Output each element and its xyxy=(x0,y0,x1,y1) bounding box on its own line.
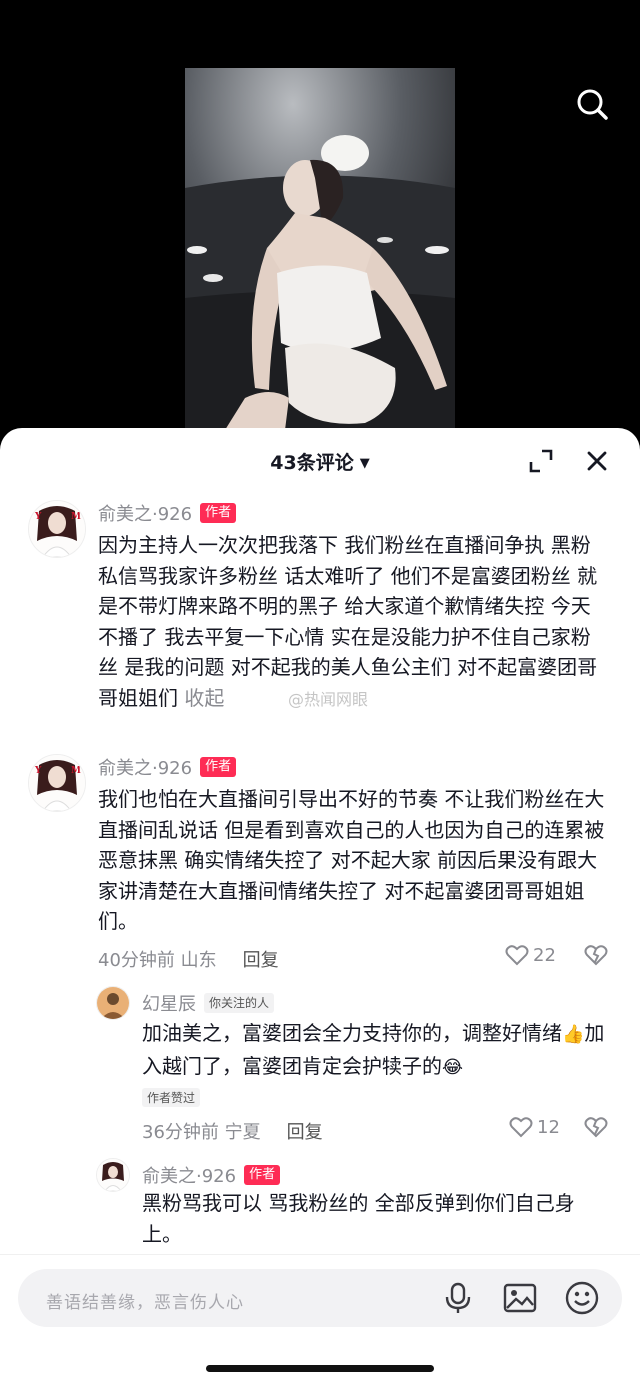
thumbs-up-emoji: 👍 xyxy=(562,1024,585,1045)
broken-heart-icon xyxy=(584,945,608,966)
reply-author-row: 幻星辰 你关注的人 xyxy=(142,990,275,1016)
dislike-button[interactable] xyxy=(584,944,608,970)
comment-input-placeholder: 善语结善缘，恶言伤人心 xyxy=(46,1293,244,1313)
reply-author-row: 俞美之·926 作者 xyxy=(142,1162,281,1188)
svg-text:M: M xyxy=(71,766,81,776)
comment-author-name[interactable]: 俞美之·926 xyxy=(98,754,192,780)
reply-time-location: 36分钟前 宁夏 xyxy=(142,1122,261,1143)
like-count: 12 xyxy=(537,1116,560,1138)
video-thumbnail[interactable] xyxy=(185,68,455,430)
avatar-image: Y M xyxy=(29,501,85,557)
expand-button[interactable] xyxy=(528,448,554,474)
close-button[interactable] xyxy=(584,448,610,474)
comment-sheet: 43条评论 ▼ Y M 俞美之·926 作者 因为主持人一次次把我落下 我们粉丝… xyxy=(0,428,640,1385)
reply-author-name[interactable]: 俞美之·926 xyxy=(142,1162,236,1188)
avatar-image xyxy=(97,987,129,1019)
reply-author-name[interactable]: 幻星辰 xyxy=(142,990,196,1016)
comment-input[interactable]: 善语结善缘，恶言伤人心 xyxy=(18,1269,622,1327)
avatar[interactable]: Y M xyxy=(28,754,86,812)
watermark: @热闻网眼 xyxy=(288,690,369,709)
collapse-link[interactable]: 收起 xyxy=(184,686,224,710)
author-badge: 作者 xyxy=(244,1165,281,1185)
author-badge: 作者 xyxy=(200,757,237,777)
avatar[interactable]: Y M xyxy=(28,500,86,558)
close-icon xyxy=(587,451,607,471)
svg-text:Y: Y xyxy=(34,766,42,776)
laughing-emoji: 😂 xyxy=(442,1056,464,1078)
expand-icon xyxy=(529,449,553,473)
comment-sheet-header: 43条评论 ▼ xyxy=(0,428,640,492)
like-button[interactable]: 22 xyxy=(505,944,556,966)
microphone-icon xyxy=(445,1282,471,1313)
comment-input-bar: 善语结善缘，恶言伤人心 xyxy=(0,1254,640,1385)
broken-heart-icon xyxy=(584,1117,608,1138)
avatar-image xyxy=(97,1159,129,1191)
like-count: 22 xyxy=(533,944,556,966)
heart-icon xyxy=(509,1117,533,1138)
svg-text:M: M xyxy=(71,512,81,522)
following-badge: 你关注的人 xyxy=(204,993,275,1013)
dislike-button[interactable] xyxy=(584,1116,608,1142)
video-photo xyxy=(185,68,455,430)
search-button[interactable] xyxy=(572,84,612,124)
comment-author-name[interactable]: 俞美之·926 xyxy=(98,500,192,526)
smiley-icon xyxy=(565,1281,599,1315)
author-badge: 作者 xyxy=(200,503,237,523)
home-indicator[interactable] xyxy=(206,1365,434,1372)
like-button[interactable]: 12 xyxy=(509,1116,560,1138)
video-area[interactable] xyxy=(0,0,640,450)
reply-text[interactable]: 加油美之，富婆团会全力支持你的，调整好情绪👍加入越门了，富婆团肯定会护犊子的😂 xyxy=(142,1018,612,1083)
comment-text-content: 因为主持人一次次把我落下 我们粉丝在直播间争执 黑粉私信骂我家许多粉丝 话太难听… xyxy=(98,533,598,710)
comment-text[interactable]: 我们也怕在大直播间引导出不好的节奏 不让我们粉丝在大直播间乱说话 但是看到喜欢自… xyxy=(98,784,608,937)
search-icon xyxy=(577,89,608,120)
comment-meta: 40分钟前 山东 回复 xyxy=(98,946,279,972)
caret-down-icon: ▼ xyxy=(359,456,370,471)
image-button[interactable] xyxy=(502,1280,538,1316)
avatar[interactable] xyxy=(96,986,130,1020)
reply-text-part-1: 加油美之，富婆团会全力支持你的，调整好情绪 xyxy=(142,1021,562,1045)
comment-time-location: 40分钟前 山东 xyxy=(98,950,217,971)
avatar-image: Y M xyxy=(29,755,85,811)
emoji-button[interactable] xyxy=(564,1280,600,1316)
image-icon xyxy=(503,1283,537,1313)
microphone-button[interactable] xyxy=(440,1280,476,1316)
heart-icon xyxy=(505,945,529,966)
reply-button[interactable]: 回复 xyxy=(287,1118,323,1144)
reply-text[interactable]: 黑粉骂我可以 骂我粉丝的 全部反弹到你们自己身上。 xyxy=(142,1188,612,1249)
reply-button[interactable]: 回复 xyxy=(243,946,279,972)
author-liked-tag: 作者赞过 xyxy=(142,1088,201,1107)
reply-meta: 36分钟前 宁夏 回复 xyxy=(142,1118,323,1144)
svg-text:Y: Y xyxy=(34,512,42,522)
comment-author-row: 俞美之·926 作者 xyxy=(98,500,237,526)
comment-author-row: 俞美之·926 作者 xyxy=(98,754,237,780)
avatar[interactable] xyxy=(96,1158,130,1192)
comment-count-label: 43条评论 xyxy=(270,452,354,474)
